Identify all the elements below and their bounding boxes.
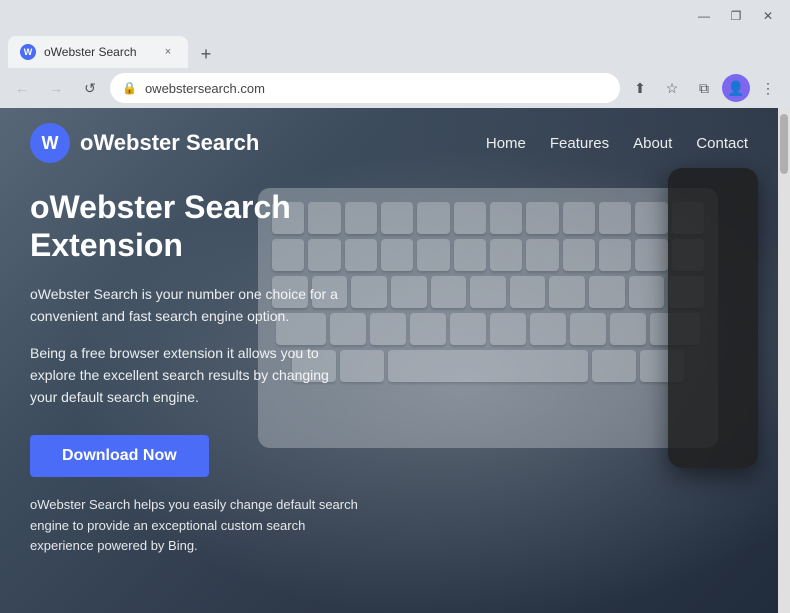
key — [635, 202, 667, 234]
key — [570, 313, 606, 345]
phone-decoration — [668, 168, 758, 468]
key — [589, 276, 625, 308]
key — [454, 202, 486, 234]
nav-contact[interactable]: Contact — [696, 135, 748, 152]
tab-favicon: W — [20, 44, 36, 60]
hero-footer-text: oWebster Search helps you easily change … — [30, 495, 358, 557]
nav-about[interactable]: About — [633, 135, 672, 152]
hero-section: W oWebster Search Home Features About Co… — [0, 108, 778, 613]
profile-button[interactable]: 👤 — [722, 74, 750, 102]
space-key — [388, 350, 588, 382]
key — [610, 313, 646, 345]
key — [629, 276, 665, 308]
key — [592, 350, 636, 382]
hero-title: oWebster Search Extension — [30, 188, 358, 265]
new-tab-button[interactable]: + — [192, 40, 220, 68]
key — [635, 239, 667, 271]
nav-features[interactable]: Features — [550, 135, 609, 152]
key — [450, 313, 486, 345]
key — [530, 313, 566, 345]
key — [431, 276, 467, 308]
key — [454, 239, 486, 271]
key — [470, 276, 506, 308]
reload-button[interactable]: ↺ — [76, 74, 104, 102]
key — [549, 276, 585, 308]
key — [391, 276, 427, 308]
active-tab[interactable]: W oWebster Search × — [8, 36, 188, 68]
minimize-button[interactable]: — — [690, 6, 718, 26]
key — [510, 276, 546, 308]
key — [381, 202, 413, 234]
tab-search-button[interactable]: ⧉ — [690, 74, 718, 102]
webpage: W oWebster Search Home Features About Co… — [0, 108, 778, 613]
window-controls: — ❐ ✕ — [690, 6, 782, 26]
logo-icon: W — [30, 123, 70, 163]
tab-close-button[interactable]: × — [160, 44, 176, 60]
address-actions: ⬆ ☆ ⧉ 👤 ⋮ — [626, 74, 782, 102]
maximize-button[interactable]: ❐ — [722, 6, 750, 26]
hero-desc-1: oWebster Search is your number one choic… — [30, 283, 358, 328]
key — [490, 202, 522, 234]
back-button[interactable]: ← — [8, 74, 36, 102]
url-box[interactable]: 🔒 owebstersearch.com — [110, 73, 620, 103]
scrollbar-thumb[interactable] — [780, 114, 788, 174]
key — [370, 313, 406, 345]
url-text: owebstersearch.com — [145, 81, 608, 96]
key — [599, 239, 631, 271]
browser-content-wrapper: W oWebster Search Home Features About Co… — [0, 108, 790, 613]
logo-text: oWebster Search — [80, 130, 259, 156]
browser-window: — ❐ ✕ W oWebster Search × + ← → ↺ 🔒 oweb… — [0, 0, 790, 613]
key — [526, 239, 558, 271]
hero-desc-2: Being a free browser extension it allows… — [30, 342, 358, 409]
key — [526, 202, 558, 234]
close-button[interactable]: ✕ — [754, 6, 782, 26]
site-logo: W oWebster Search — [30, 123, 259, 163]
nav-home[interactable]: Home — [486, 135, 526, 152]
tab-bar: W oWebster Search × + — [0, 32, 790, 68]
key — [490, 313, 526, 345]
key — [490, 239, 522, 271]
lock-icon: 🔒 — [122, 81, 137, 95]
menu-button[interactable]: ⋮ — [754, 74, 782, 102]
key — [563, 239, 595, 271]
key — [563, 202, 595, 234]
bookmark-button[interactable]: ☆ — [658, 74, 686, 102]
site-navigation: W oWebster Search Home Features About Co… — [0, 108, 778, 178]
download-now-button[interactable]: Download Now — [30, 435, 209, 477]
title-bar: — ❐ ✕ — [0, 0, 790, 32]
hero-content: oWebster Search Extension oWebster Searc… — [30, 188, 358, 557]
key — [410, 313, 446, 345]
share-button[interactable]: ⬆ — [626, 74, 654, 102]
key — [417, 202, 449, 234]
scrollbar[interactable] — [778, 108, 790, 613]
nav-links: Home Features About Contact — [486, 135, 748, 152]
key — [381, 239, 413, 271]
address-bar: ← → ↺ 🔒 owebstersearch.com ⬆ ☆ ⧉ 👤 ⋮ — [0, 68, 790, 108]
tab-title: oWebster Search — [44, 45, 152, 59]
key — [599, 202, 631, 234]
forward-button[interactable]: → — [42, 74, 70, 102]
key — [417, 239, 449, 271]
